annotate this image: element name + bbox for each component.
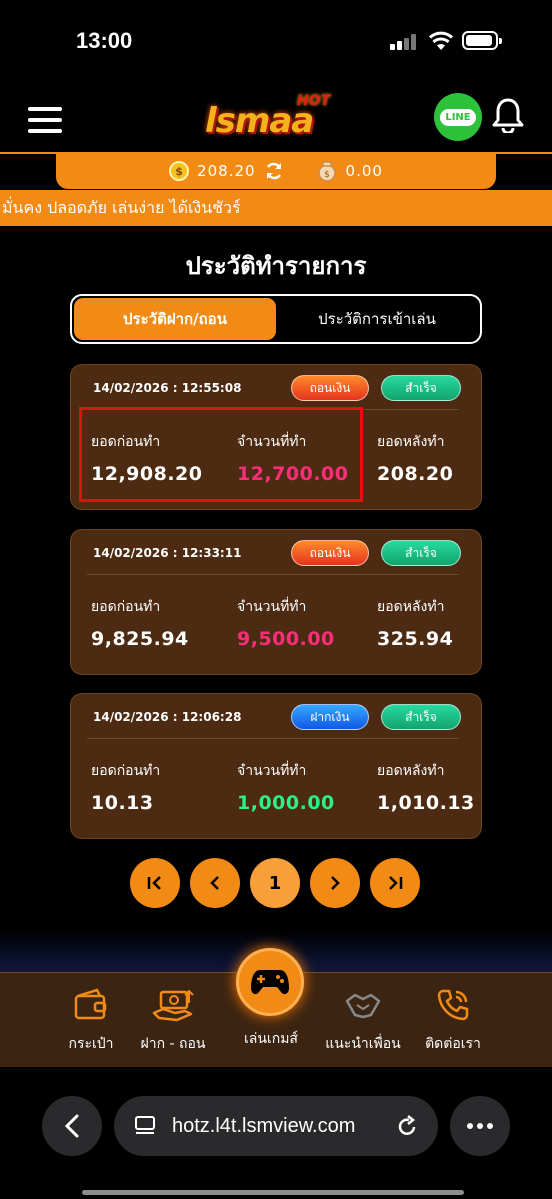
svg-text:$: $ <box>324 170 330 180</box>
menu-icon[interactable] <box>28 107 62 133</box>
chevron-right-icon <box>331 876 340 890</box>
play-games-label: เล่นเกมส์ <box>244 1031 298 1047</box>
line-icon: LINE <box>440 108 476 126</box>
amount-label: จำนวนที่ทำ <box>237 599 307 615</box>
app-header: lsmaa HOT LINE <box>0 85 552 153</box>
signal-icon <box>390 34 418 50</box>
highlight-box <box>79 407 363 502</box>
nav-deposit-withdraw[interactable]: ฝาก - ถอน <box>128 983 218 1055</box>
nav-contact[interactable]: ติดต่อเรา <box>408 983 498 1055</box>
transaction-card: 14/02/2026 : 12:06:28 ฝากเงิน สำเร็จ ยอด… <box>70 693 482 839</box>
current-page[interactable]: 1 <box>250 858 300 908</box>
money-hand-icon <box>152 989 194 1022</box>
status-badge: สำเร็จ <box>381 375 461 401</box>
reload-icon[interactable] <box>396 1114 418 1138</box>
status-badge: สำเร็จ <box>381 704 461 730</box>
last-page-button[interactable] <box>370 858 420 908</box>
transaction-datetime: 14/02/2026 : 12:55:08 <box>93 381 242 395</box>
card-divider <box>87 738 459 739</box>
transaction-type-badge: ถอนเงิน <box>291 375 369 401</box>
chevron-left-icon <box>210 876 219 890</box>
after-label: ยอดหลังทำ <box>377 434 445 450</box>
line-chat-button[interactable]: LINE <box>434 93 482 141</box>
tab-deposit-withdraw-history[interactable]: ประวัติฝาก/ถอน <box>74 298 276 340</box>
url-text: hotz.l4t.lsmview.com <box>172 1114 356 1137</box>
tab-play-history[interactable]: ประวัติการเข้าเล่น <box>276 298 478 340</box>
first-page-button[interactable] <box>130 858 180 908</box>
bell-icon[interactable] <box>492 97 524 133</box>
home-indicator <box>82 1190 464 1195</box>
credit-balance: 208.20 <box>197 162 256 180</box>
next-page-button[interactable] <box>310 858 360 908</box>
money-bag-icon: $ <box>317 161 336 182</box>
back-button[interactable] <box>42 1096 102 1156</box>
transaction-amount: 1,000.00 <box>237 792 335 814</box>
more-icon <box>467 1123 493 1129</box>
point-balance: 0.00 <box>345 162 383 180</box>
transaction-datetime: 14/02/2026 : 12:06:28 <box>93 710 242 724</box>
after-label: ยอดหลังทำ <box>377 763 445 779</box>
before-amount: 9,825.94 <box>91 628 189 650</box>
first-page-icon <box>147 876 161 890</box>
pagination: 1 <box>130 858 420 908</box>
amount-label: จำนวนที่ทำ <box>237 763 307 779</box>
wifi-icon <box>428 31 454 50</box>
clock: 13:00 <box>76 28 133 53</box>
chevron-left-icon <box>64 1114 79 1138</box>
address-bar[interactable]: hotz.l4t.lsmview.com <box>114 1096 438 1156</box>
refresh-icon[interactable] <box>264 161 284 181</box>
more-button[interactable] <box>450 1096 510 1156</box>
brand-logo[interactable]: lsmaa HOT <box>205 93 355 141</box>
page-title: ประวัติทำรายการ <box>185 252 367 280</box>
prev-page-button[interactable] <box>190 858 240 908</box>
history-tabs: ประวัติฝาก/ถอน ประวัติการเข้าเล่น <box>70 294 482 344</box>
transaction-type-badge: ถอนเงิน <box>291 540 369 566</box>
last-page-icon <box>389 876 403 890</box>
transaction-type-badge: ฝากเงิน <box>291 704 369 730</box>
transaction-card: 14/02/2026 : 12:33:11 ถอนเงิน สำเร็จ ยอด… <box>70 529 482 675</box>
reader-icon <box>135 1116 155 1134</box>
after-amount: 1,010.13 <box>377 792 475 814</box>
transaction-amount: 9,500.00 <box>237 628 335 650</box>
status-bar: 13:00 <box>0 0 552 80</box>
transaction-datetime: 14/02/2026 : 12:33:11 <box>93 546 242 560</box>
before-amount: 10.13 <box>91 792 154 814</box>
browser-toolbar: hotz.l4t.lsmview.com <box>0 1067 552 1199</box>
gamepad-icon <box>251 970 289 995</box>
phone-icon <box>437 989 469 1021</box>
coin-icon: $ <box>169 161 190 181</box>
status-badge: สำเร็จ <box>381 540 461 566</box>
handshake-icon <box>345 993 381 1019</box>
nav-refer-friend[interactable]: แนะนำเพื่อน <box>318 983 408 1055</box>
play-games-button[interactable] <box>236 948 304 1016</box>
after-amount: 325.94 <box>377 628 454 650</box>
balance-bar: $ 208.20 $ 0.00 <box>56 153 496 189</box>
nav-wallet[interactable]: กระเป๋า <box>46 983 136 1055</box>
before-label: ยอดก่อนทำ <box>91 599 161 615</box>
before-label: ยอดก่อนทำ <box>91 763 161 779</box>
after-amount: 208.20 <box>377 463 454 485</box>
after-label: ยอดหลังทำ <box>377 599 445 615</box>
announcement-marquee: มั่นคง ปลอดภัย เล่นง่าย ได้เงินชัวร์ <box>0 190 552 226</box>
wallet-icon <box>74 988 107 1020</box>
card-divider <box>87 574 459 575</box>
battery-icon <box>462 31 502 50</box>
